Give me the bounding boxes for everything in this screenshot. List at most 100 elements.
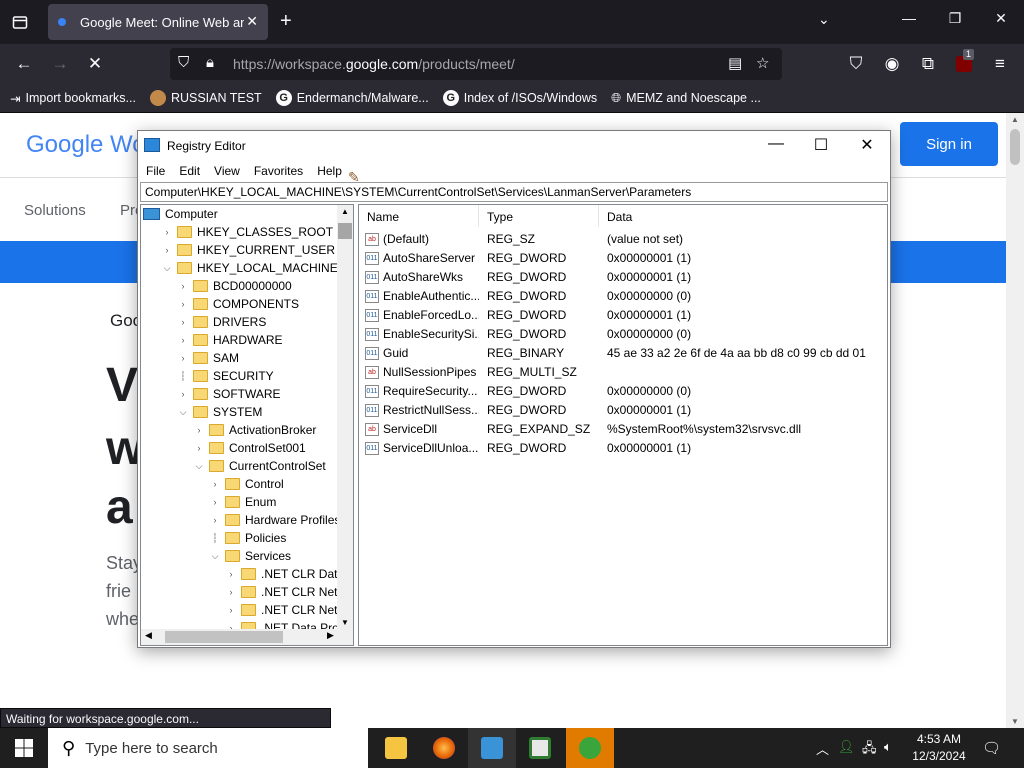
registry-value-row[interactable]: 011 RequireSecurity... REG_DWORD 0x00000000… xyxy=(359,382,887,401)
tree-node[interactable]: › SAM xyxy=(177,349,240,367)
tree-node[interactable]: › .NET CLR Data xyxy=(225,565,345,583)
bookmark-import[interactable]: ⇥ Import bookmarks... xyxy=(10,91,136,106)
menu-edit[interactable]: Edit xyxy=(179,161,200,181)
url-text[interactable]: https://workspace.google.com/products/me… xyxy=(233,56,515,72)
chevron-down-icon[interactable]: ⌵ xyxy=(177,407,189,418)
tree-vertical-scrollbar[interactable]: ▲ ▼ xyxy=(337,205,353,629)
google-workspace-logo[interactable]: Google Wo xyxy=(26,131,146,159)
scrollbar-thumb[interactable] xyxy=(338,223,352,239)
regedit-close-icon[interactable]: ✕ xyxy=(853,135,881,157)
tree-node[interactable]: ┆ SECURITY xyxy=(177,367,273,385)
tree-node[interactable]: › ControlSet001 xyxy=(193,439,306,457)
menu-icon[interactable]: ≡ xyxy=(989,53,1011,75)
tree-node[interactable]: › Enum xyxy=(209,493,277,511)
chevron-right-icon[interactable]: › xyxy=(161,245,173,255)
scroll-down-icon[interactable]: ▼ xyxy=(341,618,349,627)
registry-value-row[interactable]: 011 Guid REG_BINARY 45 ae 33 a2 2e 6f de 4a… xyxy=(359,344,887,363)
tree-node[interactable]: › HKEY_CURRENT_USER xyxy=(161,241,336,259)
file-explorer-icon[interactable] xyxy=(372,728,420,768)
reader-view-icon[interactable]: ▤ xyxy=(728,54,742,72)
back-icon[interactable]: ← xyxy=(13,53,35,75)
firefox-icon[interactable] xyxy=(420,728,468,768)
regedit-title-bar[interactable]: Registry Editor — ☐ ✕ xyxy=(138,131,890,161)
tree-node[interactable]: › Control xyxy=(209,475,284,493)
tree-node[interactable]: ⌵ HKEY_LOCAL_MACHINE xyxy=(161,259,338,277)
bookmark-russian-test[interactable]: RUSSIAN TEST xyxy=(149,90,262,106)
ublock-icon[interactable]: 1 xyxy=(953,49,975,75)
regedit-address-bar[interactable]: Computer\HKEY_LOCAL_MACHINE\SYSTEM\Curre… xyxy=(140,182,888,202)
chevron-right-icon[interactable]: › xyxy=(161,227,173,237)
bookmark-memz[interactable]: 🌐︎ MEMZ and Noescape ... xyxy=(611,91,761,106)
registry-value-row[interactable]: 011 ServiceDllUnloa... REG_DWORD 0x00000001… xyxy=(359,439,887,458)
tree-node[interactable]: Computer xyxy=(143,205,218,223)
column-header-name[interactable]: Name xyxy=(359,205,479,227)
tab-list-icon[interactable] xyxy=(8,11,32,33)
taskbar-clock[interactable]: 4:53 AM 12/3/2024 xyxy=(904,731,974,765)
tree-node[interactable]: › .NET CLR Network xyxy=(225,601,354,619)
page-scrollbar[interactable]: ▲ ▼ xyxy=(1006,113,1024,728)
chevron-right-icon[interactable]: › xyxy=(177,281,189,291)
chevron-right-icon[interactable]: › xyxy=(177,389,189,399)
menu-favorites[interactable]: Favorites xyxy=(254,161,303,181)
bookmark-endermanch[interactable]: G Endermanch/Malware... xyxy=(275,90,429,106)
pocket-icon[interactable]: ⛉ xyxy=(845,53,867,75)
column-header-type[interactable]: Type xyxy=(479,205,599,227)
scroll-right-icon[interactable]: ▶ xyxy=(327,630,334,641)
volume-icon[interactable]: 🔈︎ xyxy=(884,739,892,755)
chevron-right-icon[interactable]: › xyxy=(177,353,189,363)
menu-help[interactable]: Help xyxy=(317,161,342,181)
registry-value-row[interactable]: 011 RestrictNullSess... REG_DWORD 0x0000000… xyxy=(359,401,887,420)
registry-value-row[interactable]: ab ServiceDll REG_EXPAND_SZ %SystemRoot%\sy… xyxy=(359,420,887,439)
tree-node[interactable]: › .NET CLR Network xyxy=(225,583,354,601)
regedit-maximize-icon[interactable]: ☐ xyxy=(807,135,835,157)
restore-icon[interactable]: ❐ xyxy=(940,10,970,27)
bookmark-star-icon[interactable]: ☆ xyxy=(756,54,769,72)
scroll-down-icon[interactable]: ▼ xyxy=(1011,717,1019,726)
chevron-down-icon[interactable]: ⌵ xyxy=(209,551,221,562)
sign-in-button[interactable]: Sign in xyxy=(900,122,998,166)
menu-file[interactable]: File xyxy=(146,161,165,181)
shield-icon[interactable]: ⛉ xyxy=(178,54,189,71)
chevron-right-icon[interactable]: › xyxy=(209,479,221,489)
chevron-right-icon[interactable]: › xyxy=(209,497,221,507)
chevron-right-icon[interactable]: › xyxy=(177,335,189,345)
tree-node[interactable]: › SOFTWARE xyxy=(177,385,281,403)
tree-node[interactable]: › BCD00000000 xyxy=(177,277,292,295)
notifications-icon[interactable]: 🗨︎ xyxy=(982,739,1001,757)
minimize-icon[interactable]: — xyxy=(894,10,924,26)
account-icon[interactable]: ◉ xyxy=(881,53,903,75)
tab-close-icon[interactable]: ✕ xyxy=(246,13,258,30)
registry-values-list[interactable]: Name Type Data ab (Default) REG_SZ (value n… xyxy=(358,204,888,646)
chevron-right-icon[interactable]: › xyxy=(225,569,237,579)
windows-start-icon[interactable] xyxy=(0,728,48,768)
tree-node[interactable]: › HKEY_CLASSES_ROOT xyxy=(161,223,334,241)
chevron-right-icon[interactable]: › xyxy=(209,515,221,525)
tree-node[interactable]: › Hardware Profiles xyxy=(209,511,341,529)
tree-horizontal-scrollbar[interactable]: ◀ ▶ xyxy=(141,629,353,645)
column-header-data[interactable]: Data xyxy=(599,205,887,227)
nav-solutions[interactable]: Solutions xyxy=(24,202,86,219)
menu-view[interactable]: View xyxy=(214,161,240,181)
users-tray-icon[interactable]: 👤︎ xyxy=(838,739,855,755)
extensions-icon[interactable]: ⧉ xyxy=(917,53,939,75)
forward-icon[interactable]: → xyxy=(49,53,71,75)
users-app-icon[interactable] xyxy=(566,728,614,768)
chevron-right-icon[interactable]: › xyxy=(177,299,189,309)
chevron-right-icon[interactable]: › xyxy=(177,317,189,327)
chevron-down-icon[interactable]: ⌄ xyxy=(818,11,830,28)
window-close-icon[interactable]: ✕ xyxy=(986,10,1016,27)
registry-value-row[interactable]: ab NullSessionPipes REG_MULTI_SZ xyxy=(359,363,887,382)
tree-node[interactable]: › ActivationBroker xyxy=(193,421,317,439)
taskbar-search-box[interactable]: ⚲ Type here to search xyxy=(48,728,368,768)
app-window-icon[interactable] xyxy=(516,728,564,768)
scroll-left-icon[interactable]: ◀ xyxy=(145,630,152,641)
registry-value-row[interactable]: 011 AutoShareServer REG_DWORD 0x00000001 (1… xyxy=(359,249,887,268)
tree-node[interactable]: › HARDWARE xyxy=(177,331,283,349)
chevron-up-icon[interactable]: ︿ xyxy=(816,739,829,758)
registry-value-row[interactable]: ab (Default) REG_SZ (value not set) xyxy=(359,230,887,249)
regedit-taskbar-icon[interactable] xyxy=(468,728,516,768)
regedit-minimize-icon[interactable]: — xyxy=(762,135,790,157)
chevron-down-icon[interactable]: ⌵ xyxy=(193,461,205,472)
browser-tab[interactable]: Google Meet: Online Web and V ✕ xyxy=(48,4,268,40)
chevron-down-icon[interactable]: ⌵ xyxy=(161,263,173,274)
